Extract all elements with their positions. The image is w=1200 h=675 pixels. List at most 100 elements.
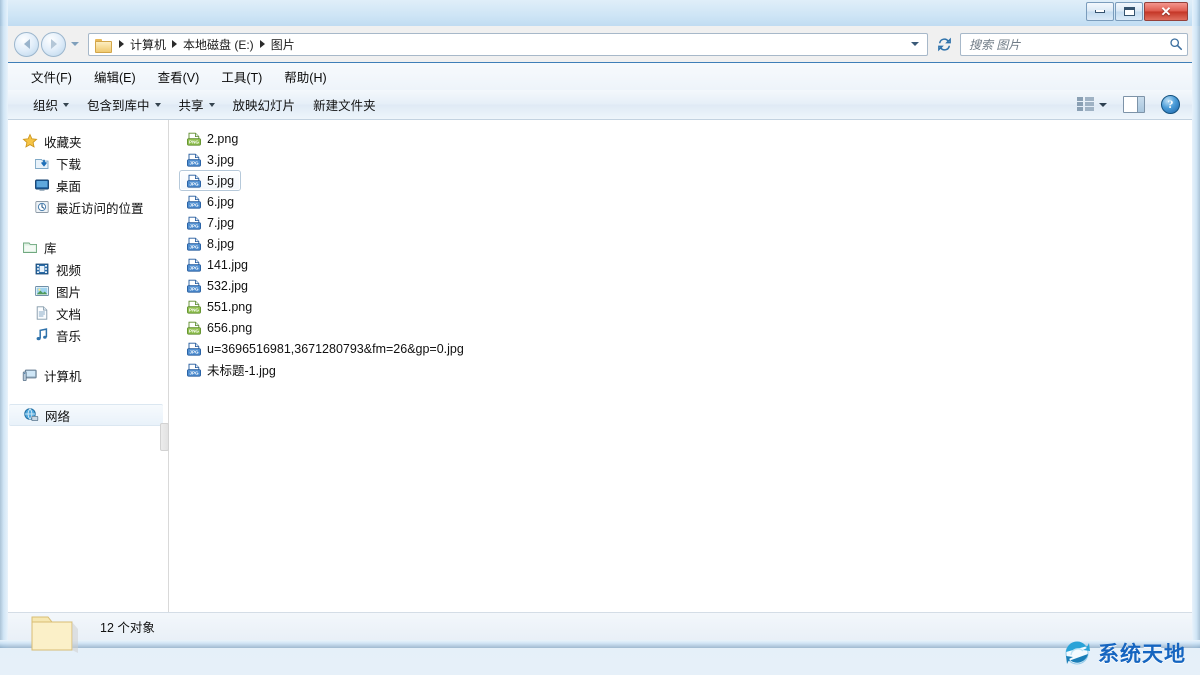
preview-pane-icon[interactable] [1123, 96, 1145, 113]
preview-pane-left [1124, 97, 1137, 112]
preview-pane-right [1137, 97, 1144, 112]
file-name: 8.jpg [207, 237, 234, 251]
file-name: 551.png [207, 300, 252, 314]
refresh-icon [937, 37, 952, 52]
sidebar-item-recent-places[interactable]: 最近访问的位置 [8, 196, 168, 218]
breadcrumb-item-0[interactable]: 计算机 [129, 36, 167, 53]
file-list-item[interactable]: PNG 551.png [179, 296, 259, 317]
file-name: 141.jpg [207, 258, 248, 272]
sidebar-item-videos[interactable]: 视频 [8, 258, 168, 280]
window-frame-right [1192, 0, 1200, 648]
sidebar-item-favorites[interactable]: 收藏夹 [8, 130, 168, 152]
breadcrumb-dropdown-button[interactable] [907, 34, 923, 55]
sidebar-label: 最近访问的位置 [56, 198, 144, 217]
search-input[interactable]: 搜索 图片 [969, 36, 1169, 53]
share-button[interactable]: 共享 [170, 91, 224, 118]
breadcrumb-separator-icon [119, 40, 124, 48]
file-list-item[interactable]: JPG8.jpg [179, 233, 241, 254]
sidebar-item-documents[interactable]: 文档 [8, 302, 168, 324]
jpg-file-icon: JPG [186, 152, 202, 168]
network-icon [23, 407, 39, 423]
forward-button[interactable] [41, 32, 66, 57]
view-icon-cell [1077, 102, 1083, 106]
refresh-button[interactable] [932, 32, 956, 57]
file-list-item[interactable]: PNG2.png [179, 128, 245, 149]
star-icon [22, 133, 38, 149]
nav-group-computer: 计算机 [8, 364, 168, 386]
menu-item-help[interactable]: 帮助(H) [273, 64, 337, 89]
new-folder-button[interactable]: 新建文件夹 [304, 91, 385, 118]
file-name: 未标题-1.jpg [207, 360, 276, 379]
svg-text:JPG: JPG [189, 370, 199, 375]
maximize-button[interactable] [1115, 2, 1143, 21]
view-icon-cell [1085, 97, 1094, 101]
chevron-down-icon[interactable] [1099, 103, 1107, 107]
file-list-item[interactable]: JPG532.jpg [179, 275, 255, 296]
svg-text:PNG: PNG [189, 307, 199, 312]
minimize-button[interactable] [1086, 2, 1114, 21]
svg-text:JPG: JPG [189, 160, 199, 165]
file-list-item[interactable]: JPG 未标题-1.jpg [179, 359, 283, 380]
breadcrumb[interactable]: 计算机 本地磁盘 (E:) 图片 [88, 33, 928, 56]
file-name: 532.jpg [207, 279, 248, 293]
watermark-text: 系统天地 [1098, 638, 1186, 668]
nav-spacer [8, 350, 168, 364]
file-list-item[interactable]: JPG7.jpg [179, 212, 241, 233]
file-list-item[interactable]: JPG141.jpg [179, 254, 255, 275]
chevron-down-icon [63, 103, 69, 107]
sidebar-item-computer[interactable]: 计算机 [8, 364, 168, 386]
view-icon-cell [1077, 107, 1083, 111]
file-list-item[interactable]: PNG656.png [179, 317, 259, 338]
back-arrow-icon [24, 39, 30, 49]
menu-bar: 文件(F) 编辑(E) 查看(V) 工具(T) 帮助(H) [8, 62, 1192, 90]
sidebar-label: 桌面 [56, 176, 81, 195]
file-name: 5.jpg [207, 174, 234, 188]
back-button[interactable] [14, 32, 39, 57]
sidebar-item-network[interactable]: 网络 [9, 404, 163, 426]
menu-item-file[interactable]: 文件(F) [20, 64, 83, 89]
svg-text:PNG: PNG [189, 328, 199, 333]
window-frame-left [0, 0, 8, 648]
chevron-down-icon [155, 103, 161, 107]
menu-item-edit[interactable]: 编辑(E) [83, 64, 147, 89]
nav-spacer [8, 222, 168, 236]
sidebar-item-music[interactable]: 音乐 [8, 324, 168, 346]
include-in-library-button[interactable]: 包含到库中 [78, 91, 170, 118]
sidebar-label: 音乐 [56, 326, 81, 345]
sidebar-item-libraries[interactable]: 库 [8, 236, 168, 258]
menu-item-tools[interactable]: 工具(T) [210, 64, 273, 89]
pane-splitter-handle[interactable] [160, 423, 169, 451]
file-list-item[interactable]: JPG 5.jpg [179, 170, 241, 191]
nav-spacer [8, 390, 168, 404]
jpg-file-icon: JPG [186, 362, 202, 378]
videos-icon [34, 261, 50, 277]
file-list-item[interactable]: JPG6.jpg [179, 191, 241, 212]
music-icon [34, 327, 50, 343]
organize-button[interactable]: 组织 [24, 91, 78, 118]
search-box[interactable]: 搜索 图片 [960, 33, 1188, 56]
svg-text:JPG: JPG [189, 202, 199, 207]
help-icon[interactable]: ? [1161, 95, 1180, 114]
slideshow-button[interactable]: 放映幻灯片 [224, 91, 305, 118]
breadcrumb-item-2[interactable]: 图片 [270, 36, 296, 53]
folder-icon [95, 38, 111, 51]
breadcrumb-separator-icon [260, 40, 265, 48]
menu-item-view[interactable]: 查看(V) [147, 64, 211, 89]
file-list-item[interactable]: JPGu=3696516981,3671280793&fm=26&gp=0.jp… [179, 338, 471, 359]
sidebar-label: 图片 [56, 282, 81, 301]
sidebar-item-downloads[interactable]: 下载 [8, 152, 168, 174]
breadcrumb-item-1[interactable]: 本地磁盘 (E:) [182, 36, 255, 53]
sidebar-item-pictures[interactable]: 图片 [8, 280, 168, 302]
chevron-down-icon [911, 42, 919, 46]
nav-group-network: 网络 [8, 404, 168, 426]
watermark: 系统天地 [1060, 633, 1192, 673]
close-button[interactable]: ✕ [1144, 2, 1188, 21]
sidebar-item-desktop[interactable]: 桌面 [8, 174, 168, 196]
png-file-icon: PNG [186, 131, 202, 147]
view-mode-icon[interactable] [1077, 97, 1095, 112]
file-list[interactable]: PNG2.pngJPG3.jpgJPG5.jpgJPG6.jpgJPG7.jpg… [169, 120, 1192, 612]
svg-text:PNG: PNG [189, 139, 199, 144]
file-list-item[interactable]: JPG3.jpg [179, 149, 241, 170]
recent-pages-button[interactable] [68, 32, 82, 57]
jpg-file-icon: JPG [186, 173, 202, 189]
